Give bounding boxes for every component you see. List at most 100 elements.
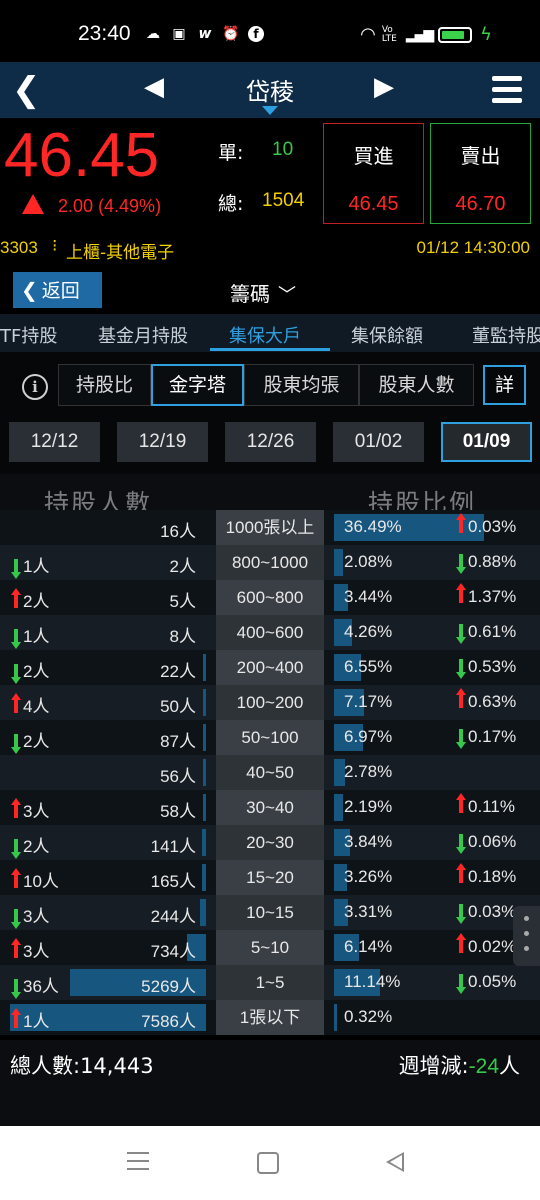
- mode-holder-count-button[interactable]: 股東人數: [359, 364, 474, 406]
- date-button[interactable]: 01/02: [333, 422, 424, 462]
- holding-pct-bar: [334, 794, 343, 821]
- total-holders: 總人數:14,443: [10, 1054, 154, 1078]
- down-arrow-icon: [11, 629, 21, 649]
- date-button[interactable]: 12/12: [9, 422, 100, 462]
- mode-avg-lots-button[interactable]: 股東均張: [244, 364, 359, 406]
- date-button-selected[interactable]: 01/09: [441, 422, 532, 462]
- date-button[interactable]: 12/26: [225, 422, 316, 462]
- holder-change: 2人: [11, 832, 49, 859]
- next-stock-icon[interactable]: ▶: [374, 72, 394, 102]
- sell-label: 賣出: [460, 144, 501, 168]
- system-back-icon[interactable]: [386, 1152, 404, 1172]
- holding-pct-change: 0.11%: [456, 793, 515, 817]
- lot-range: 400~600: [216, 615, 324, 650]
- holding-pct: 4.26%: [344, 622, 393, 641]
- stock-name-title[interactable]: 岱稜: [220, 72, 320, 107]
- table-row: 16人 1000張以上 36.49% 0.03%: [0, 510, 540, 545]
- holding-pct-change: 0.18%: [456, 863, 516, 887]
- facebook-icon: f: [248, 26, 264, 42]
- holding-pct: 6.14%: [344, 937, 393, 956]
- up-arrow-icon: [11, 868, 21, 888]
- holding-pct-change-text: 1.37%: [468, 587, 517, 606]
- holding-pct-change-text: 0.53%: [468, 657, 517, 676]
- up-arrow-icon: [456, 583, 466, 603]
- return-button[interactable]: ❮ 返回: [13, 272, 102, 308]
- tab-fund-monthly[interactable]: 基金月持股: [98, 322, 188, 348]
- holding-pct-change: 0.05%: [456, 972, 516, 994]
- detail-button[interactable]: 詳: [483, 365, 526, 405]
- holding-pct: 2.19%: [344, 797, 393, 816]
- holder-change: 1人: [11, 622, 50, 649]
- totals-bar: 總人數:14,443 週增減:-24人: [0, 1040, 540, 1096]
- weekly-change: 週增減:-24人: [399, 1050, 520, 1080]
- return-label: 返回: [41, 280, 80, 302]
- side-panel-handle[interactable]: [513, 906, 540, 966]
- recent-apps-icon[interactable]: [127, 1152, 149, 1176]
- holder-count: 5269人: [141, 977, 196, 996]
- hamburger-menu-icon[interactable]: [492, 76, 522, 109]
- holder-change: 2人: [11, 587, 49, 612]
- holder-count-bar: [202, 829, 206, 856]
- lot-range: 5~10: [216, 930, 324, 965]
- tab-etf-holdings[interactable]: TF持股: [0, 322, 57, 348]
- sell-button[interactable]: 賣出 46.70: [430, 123, 531, 224]
- down-arrow-icon: [456, 834, 466, 854]
- tab-director-holdings[interactable]: 董監持股: [472, 322, 540, 348]
- holding-pct-change: 0.88%: [456, 552, 516, 574]
- lot-range: 1張以下: [216, 1000, 324, 1035]
- total-volume-label: 總:: [218, 193, 244, 215]
- holding-pct-bar: [334, 549, 343, 576]
- holders-count-heading: 持股人數: [44, 489, 153, 510]
- charging-icon: ϟ: [480, 24, 492, 45]
- up-arrow-icon: [456, 863, 466, 883]
- home-icon[interactable]: [257, 1152, 279, 1174]
- holder-count: 7586人: [141, 1012, 196, 1031]
- up-arrow-icon: [11, 798, 21, 818]
- holding-pct-change-text: 0.61%: [468, 622, 517, 641]
- down-arrow-icon: [11, 734, 21, 754]
- holder-change-text: 1人: [23, 627, 50, 646]
- stock-category: 上櫃-其他電子: [66, 243, 175, 263]
- buy-button[interactable]: 買進 46.45: [323, 123, 424, 224]
- down-arrow-icon: [456, 904, 466, 924]
- holder-change: 4人: [11, 692, 49, 717]
- up-arrow-icon: [456, 688, 466, 708]
- down-arrow-icon: [11, 909, 21, 929]
- active-tab-indicator: [210, 348, 330, 351]
- table-row: 2人 141人 20~30 3.84% 0.06%: [0, 825, 540, 860]
- holder-count: 244人: [150, 907, 196, 926]
- table-row: 1人 2人 800~1000 2.08% 0.88%: [0, 545, 540, 580]
- holder-count: 16人: [160, 522, 196, 541]
- lot-range: 1000張以上: [216, 510, 324, 545]
- down-arrow-icon: [456, 624, 466, 644]
- price-change-text: 2.00 (4.49%): [58, 196, 162, 216]
- holder-change-text: 3人: [23, 802, 50, 821]
- lot-range: 50~100: [216, 720, 324, 755]
- holder-change-text: 2人: [23, 662, 50, 681]
- down-arrow-icon: [456, 554, 466, 574]
- mode-pyramid-button[interactable]: 金字塔: [151, 364, 244, 406]
- tab-major-holders[interactable]: 集保大戶: [229, 322, 301, 348]
- info-icon[interactable]: i: [22, 374, 48, 400]
- date-button[interactable]: 12/19: [117, 422, 208, 462]
- back-chevron-icon[interactable]: ❮: [12, 70, 41, 110]
- holder-change-text: 10人: [23, 872, 59, 891]
- updown-dots-icon: ⁝: [52, 236, 58, 256]
- table-row: 56人 40~50 2.78%: [0, 755, 540, 790]
- chips-dropdown[interactable]: 籌碼 ﹀: [230, 278, 296, 307]
- up-triangle-icon: [22, 194, 44, 214]
- table-row: 10人 165人 15~20 3.26% 0.18%: [0, 860, 540, 895]
- holder-change: 1人: [11, 552, 49, 579]
- lot-range: 40~50: [216, 755, 324, 790]
- prev-stock-icon[interactable]: ◀: [144, 72, 164, 102]
- chevron-left-icon: ❮: [21, 278, 38, 302]
- holder-count-bar: [203, 689, 206, 716]
- battery-icon: [438, 26, 473, 43]
- mode-holding-ratio-button[interactable]: 持股比: [58, 364, 151, 406]
- tab-custody-balance[interactable]: 集保餘額: [351, 322, 423, 348]
- holder-change-text: 36人: [23, 977, 59, 996]
- signal-icon: ▂▄▆: [405, 26, 434, 43]
- up-arrow-icon: [11, 588, 21, 608]
- holder-count-bar: [203, 794, 206, 821]
- view-mode-row: i 持股比 金字塔 股東均張 股東人數 詳: [0, 352, 540, 418]
